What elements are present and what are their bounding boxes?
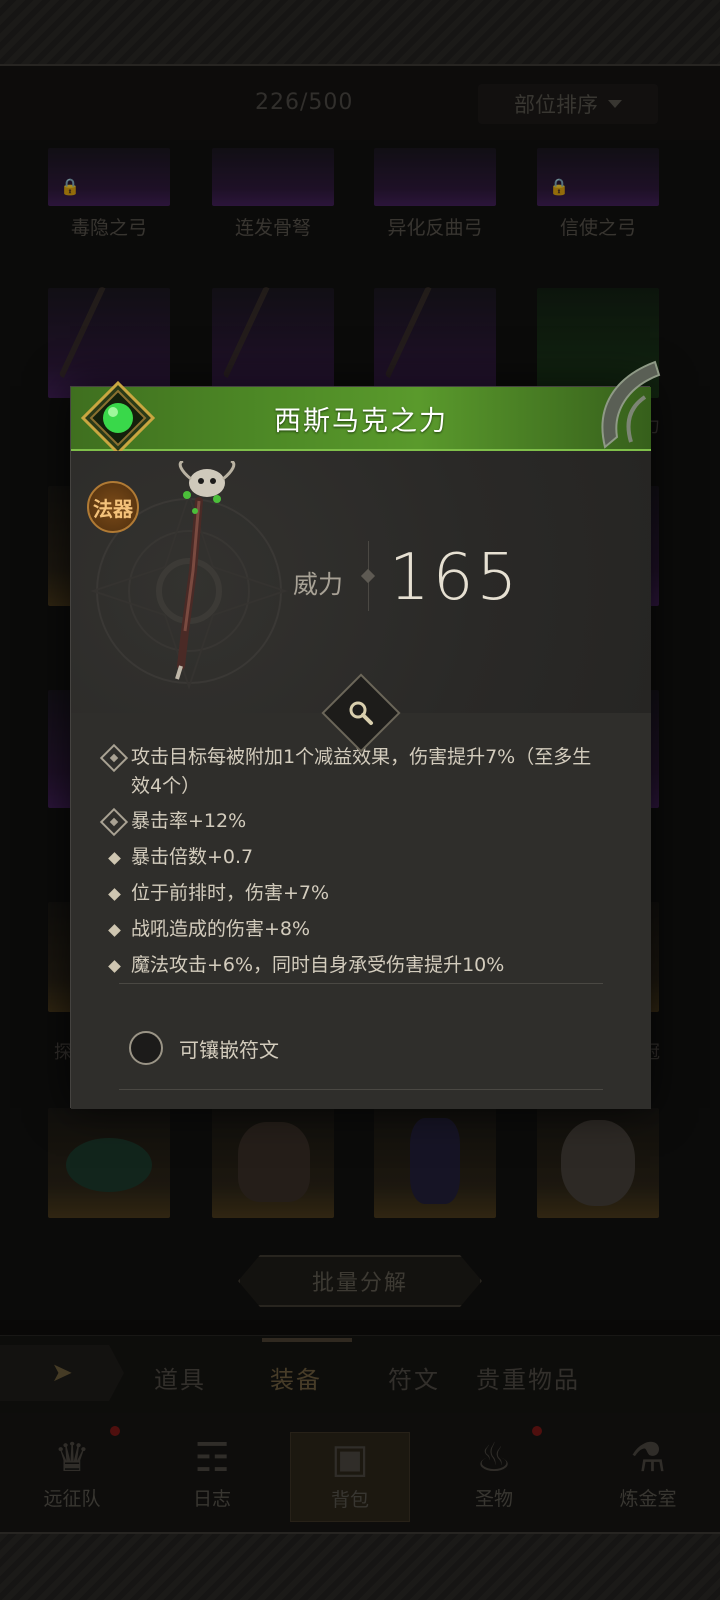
- item-attributes-area: 攻击目标每被附加1个减益效果，伤害提升7%（至多生效4个） 暴击率+12% 暴击…: [71, 713, 651, 1109]
- item-type-badge: 法器: [87, 481, 139, 533]
- diamond-bullet-icon: [107, 887, 121, 901]
- stat-value: 165: [389, 541, 521, 615]
- socket-label: 可镶嵌符文: [179, 1037, 279, 1062]
- attribute-text: 战吼造成的伤害+8%: [131, 918, 311, 940]
- stat-diamond-icon: [360, 568, 376, 584]
- item-name: 西斯马克之力: [274, 405, 448, 437]
- magnifier-icon: [349, 701, 373, 725]
- section-divider: [119, 983, 603, 984]
- attribute-row: 暴击率+12%: [97, 807, 597, 837]
- attribute-row: 暴击倍数+0.7: [97, 843, 597, 873]
- attribute-text: 暴击倍数+0.7: [131, 846, 254, 868]
- attribute-text: 暴击率+12%: [131, 810, 247, 832]
- diamond-bullet-icon: [107, 851, 121, 865]
- section-divider: [119, 1089, 603, 1090]
- locked-diamond-icon: [99, 807, 129, 837]
- stat-label: 威力: [293, 570, 344, 599]
- attribute-text: 攻击目标每被附加1个减益效果，伤害提升7%（至多生效4个）: [131, 746, 592, 797]
- green-gem-icon: [81, 381, 155, 455]
- attribute-text: 位于前排时，伤害+7%: [131, 882, 330, 904]
- diamond-bullet-icon: [107, 923, 121, 937]
- attribute-text: 魔法攻击+6%，同时自身承受伤害提升10%: [131, 954, 505, 976]
- item-title-bar: 西斯马克之力: [71, 387, 651, 451]
- corner-ornament-icon: [601, 360, 661, 449]
- rune-socket-row[interactable]: 可镶嵌符文: [129, 1031, 279, 1065]
- attribute-row: 位于前排时，伤害+7%: [97, 879, 597, 909]
- attribute-list: 攻击目标每被附加1个减益效果，伤害提升7%（至多生效4个） 暴击率+12% 暴击…: [97, 743, 597, 987]
- attribute-row: 魔法攻击+6%，同时自身承受伤害提升10%: [97, 951, 597, 981]
- empty-socket-icon: [129, 1031, 163, 1065]
- attribute-row: 战吼造成的伤害+8%: [97, 915, 597, 945]
- locked-diamond-icon: [99, 743, 129, 773]
- attribute-row: 攻击目标每被附加1个减益效果，伤害提升7%（至多生效4个）: [97, 743, 597, 801]
- diamond-bullet-icon: [107, 959, 121, 973]
- item-detail-modal: 西斯马克之力 法器 威力 165 攻击目标每被附加1个减益效果，伤害提升7%（至…: [70, 360, 661, 1109]
- staff-icon: [175, 461, 236, 680]
